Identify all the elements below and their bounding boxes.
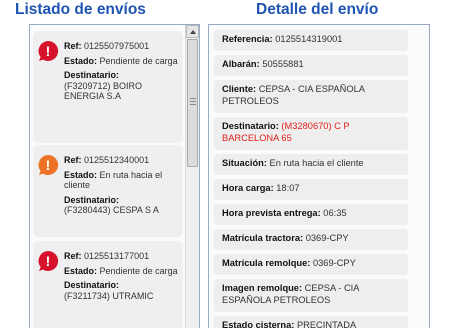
shipment-list-panel[interactable]: ! Ref: 0125507975001 Estado: Pendiente d… xyxy=(29,24,200,328)
detail-value: 50555881 xyxy=(262,59,304,69)
detail-row-destinatario: Destinatario: (M3280670) C P BARCELONA 6… xyxy=(214,117,408,150)
detail-label: Destinatario: xyxy=(222,121,279,131)
destinatario-value: (F3209712) BOIRO ENERGIA S.A xyxy=(64,80,143,102)
detail-row-cliente: Cliente: CEPSA - CIA ESPAÑOLA PETROLEOS xyxy=(214,80,408,113)
detail-row-imagen-remolque: Imagen remolque: CEPSA - CIA ESPAÑOLA PE… xyxy=(214,279,408,312)
detail-label: Matrícula tractora: xyxy=(222,233,304,243)
detail-value: 18:07 xyxy=(276,183,300,193)
detail-row-situacion: Situación: En ruta hacia el cliente xyxy=(214,154,408,175)
estado-value: Pendiente de carga xyxy=(99,265,178,276)
shipment-detail-panel: Referencia: 0125514319001 Albarán: 50555… xyxy=(208,24,430,328)
ref-value: 0125507975001 xyxy=(84,41,150,51)
destinatario-label: Destinatario: xyxy=(64,194,120,205)
svg-text:!: ! xyxy=(46,43,51,59)
detail-value: 0125514319001 xyxy=(275,34,343,44)
detail-label: Referencia: xyxy=(222,34,273,44)
destinatario-value: (F3280443) CESPA S A xyxy=(64,205,159,215)
detail-label: Imagen remolque: xyxy=(222,283,303,293)
estado-label: Estado: xyxy=(64,265,98,276)
detail-label: Estado cisterna: xyxy=(222,320,295,328)
detail-label: Albarán: xyxy=(222,59,260,69)
detail-label: Hora prevista entrega: xyxy=(222,208,321,218)
detail-value: 0369-CPY xyxy=(312,258,356,268)
detail-label: Situación: xyxy=(222,158,267,168)
estado-label: Estado: xyxy=(64,55,98,66)
detail-row-hora-prevista: Hora prevista entrega: 06:35 xyxy=(214,204,408,225)
detail-row-matricula-remolque: Matrícula remolque: 0369-CPY xyxy=(214,254,408,275)
detail-value: En ruta hacia el cliente xyxy=(269,158,364,168)
shipment-detail-title: Detalle del envío xyxy=(256,1,379,18)
svg-text:!: ! xyxy=(46,157,51,173)
svg-text:!: ! xyxy=(46,253,51,269)
detail-value: 0369-CPY xyxy=(305,233,349,243)
estado-value: Pendiente de carga xyxy=(99,55,178,66)
alert-icon: ! xyxy=(38,250,59,271)
destinatario-value: (F3211734) UTRAMIC xyxy=(64,290,154,301)
detail-row-estado-cisterna: Estado cisterna: PRECINTADA xyxy=(214,316,408,328)
detail-row-matricula-tractora: Matrícula tractora: 0369-CPY xyxy=(214,229,408,250)
ref-value: 0125512340001 xyxy=(84,155,150,165)
alert-icon: ! xyxy=(38,40,59,61)
ref-label: Ref: xyxy=(64,251,82,261)
vertical-scrollbar[interactable] xyxy=(185,25,199,328)
destinatario-label: Destinatario: xyxy=(64,70,120,80)
scroll-thumb[interactable] xyxy=(187,39,198,167)
detail-label: Hora carga: xyxy=(222,183,274,193)
shipment-card[interactable]: ! Ref: 0125513177001 Estado: Pendiente d… xyxy=(33,241,183,328)
detail-row-referencia: Referencia: 0125514319001 xyxy=(214,30,408,51)
detail-value: 06:35 xyxy=(323,208,347,218)
detail-row-hora-carga: Hora carga: 18:07 xyxy=(214,179,408,200)
grip-icon xyxy=(190,98,196,105)
destinatario-label: Destinatario: xyxy=(64,280,120,290)
detail-value: PRECINTADA xyxy=(296,320,357,328)
detail-label: Matrícula remolque: xyxy=(222,258,311,268)
ref-value: 0125513177001 xyxy=(84,251,150,261)
shipment-card[interactable]: ! Ref: 0125507975001 Estado: Pendiente d… xyxy=(33,31,183,143)
ref-label: Ref: xyxy=(64,41,82,51)
scroll-up-button[interactable] xyxy=(186,25,199,38)
detail-label: Cliente: xyxy=(222,84,257,94)
shipment-list-title: Listado de envíos xyxy=(15,1,146,18)
detail-row-albaran: Albarán: 50555881 xyxy=(214,55,408,76)
alert-icon: ! xyxy=(38,154,59,175)
estado-label: Estado: xyxy=(64,169,98,180)
shipment-card[interactable]: ! Ref: 0125512340001 Estado: En ruta hac… xyxy=(33,145,183,237)
ref-label: Ref: xyxy=(64,155,82,165)
